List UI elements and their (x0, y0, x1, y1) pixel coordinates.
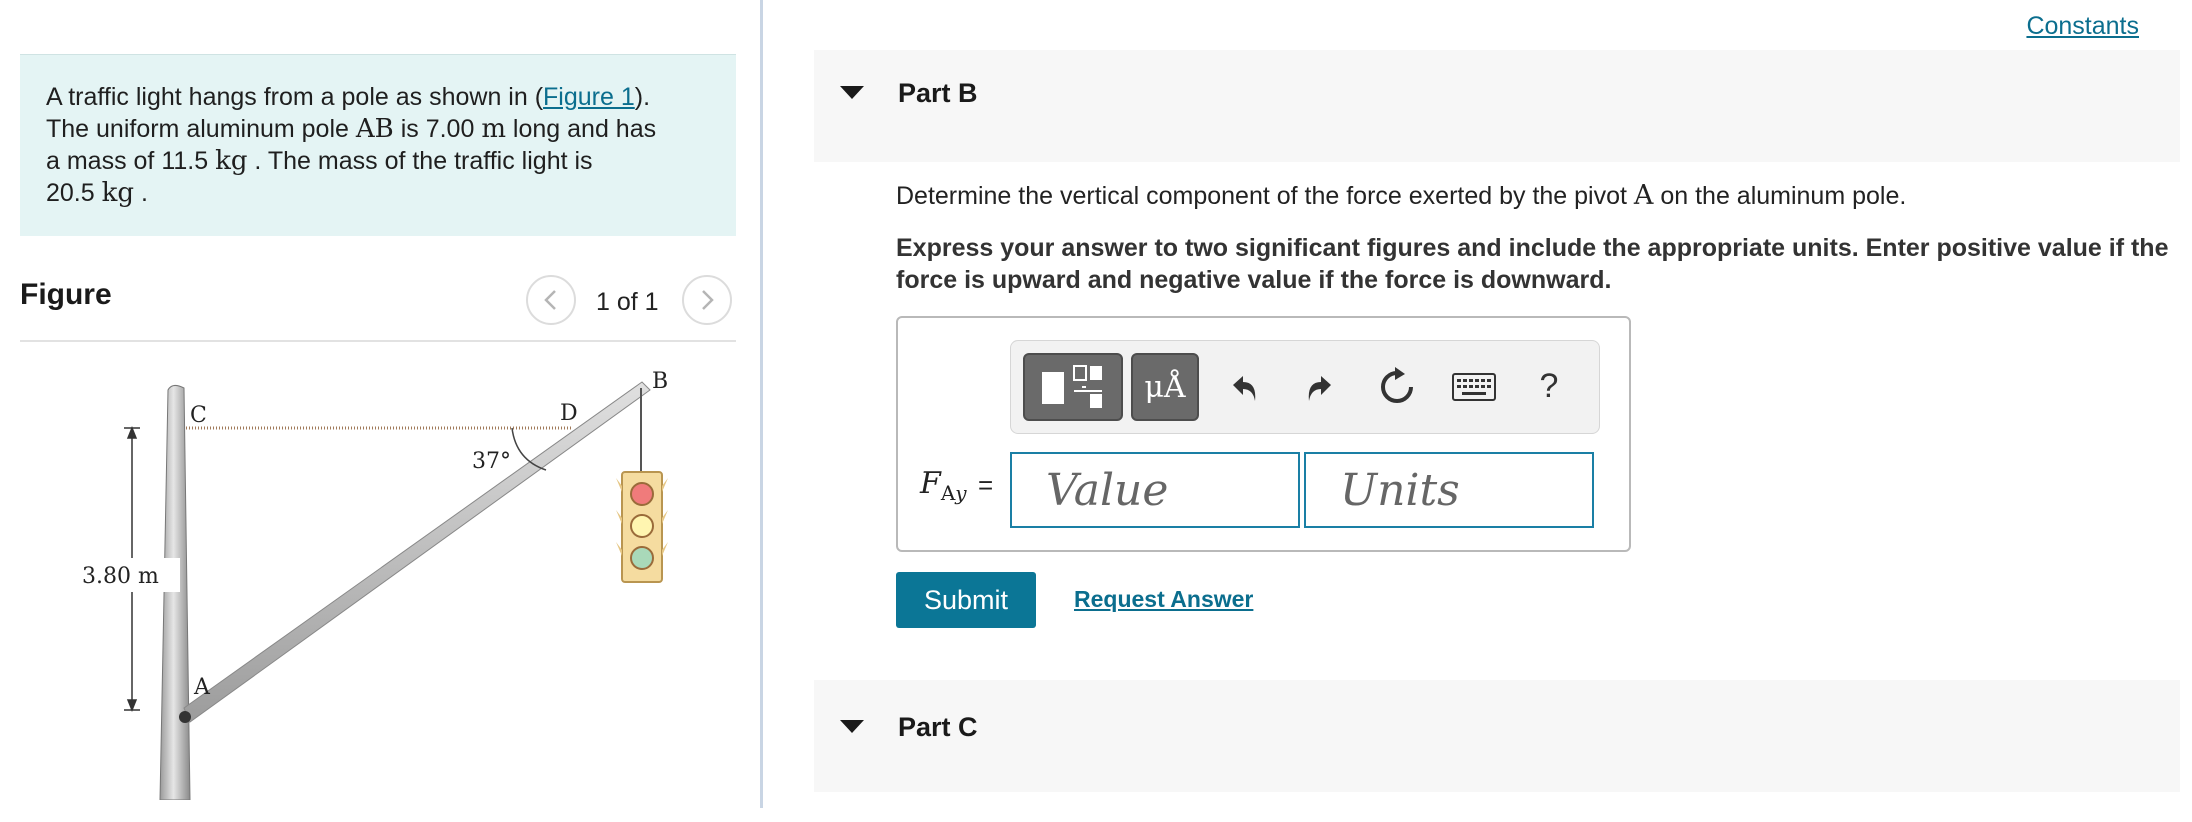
traffic-light (616, 471, 668, 583)
figure-title: Figure (20, 278, 112, 311)
answer-box: μÅ ? FAy = Value Units (896, 316, 1631, 552)
problem-text-2: ). (634, 83, 651, 111)
constants-link[interactable]: Constants (2026, 12, 2139, 41)
question-prefix: Determine the vertical component of the … (896, 182, 1634, 210)
panel-divider[interactable] (760, 0, 763, 808)
templates-icon (1042, 365, 1102, 408)
templates-button[interactable] (1023, 353, 1123, 421)
equals-sign: = (978, 470, 994, 500)
part-b-label: Part B (898, 78, 978, 108)
unit-kg-2: kg (101, 178, 135, 208)
redo-icon (1308, 376, 1331, 401)
part-c-label: Part C (898, 712, 978, 742)
label-b: B (652, 369, 668, 394)
label-c: C (190, 403, 207, 428)
request-answer-link[interactable]: Request Answer (1074, 586, 1253, 613)
unit-m: m (481, 114, 506, 144)
variable-subscript-y: y (955, 481, 967, 505)
height-label: 3.80 m (82, 564, 159, 589)
pivot-a (179, 711, 191, 723)
figure-link[interactable]: Figure 1 (543, 83, 635, 111)
keyboard-button[interactable] (1449, 367, 1499, 407)
variable-subscript-a: A (940, 481, 956, 505)
submit-button[interactable]: Submit (896, 572, 1036, 628)
problem-text-9: . (134, 179, 148, 207)
unit-kg-1: kg (215, 146, 248, 176)
variable-symbol: F (920, 466, 941, 501)
figure-divider (20, 340, 736, 342)
figure-next-button[interactable] (682, 275, 732, 325)
figure-counter: 1 of 1 (596, 288, 659, 316)
keyboard-icon (1452, 373, 1496, 401)
math-toolbar: μÅ ? (1010, 340, 1600, 434)
variable-label: FAy (920, 466, 967, 505)
problem-text-7: . The mass of the traffic light is (247, 147, 593, 175)
angle-label: 37° (472, 449, 511, 474)
problem-text-6: a mass of 11.5 (46, 147, 216, 175)
value-input[interactable] (1010, 452, 1300, 528)
answer-instructions: Express your answer to two significant f… (896, 234, 2169, 294)
help-button[interactable]: ? (1527, 361, 1571, 411)
chevron-right-icon (702, 290, 714, 310)
pole-arm-ab (183, 381, 651, 723)
figure-prev-button[interactable] (526, 275, 576, 325)
problem-statement: A traffic light hangs from a pole as sho… (20, 54, 736, 236)
part-b-header[interactable]: Part B (814, 50, 2180, 162)
undo-button[interactable] (1221, 365, 1267, 411)
help-icon: ? (1539, 366, 1559, 405)
problem-text-5: long and has (505, 115, 657, 143)
undo-icon (1233, 376, 1256, 401)
reset-button[interactable] (1373, 363, 1421, 411)
units-input[interactable] (1304, 452, 1594, 528)
question-suffix: on the aluminum pole. (1653, 182, 1907, 210)
problem-text-3: The uniform aluminum pole (46, 115, 356, 143)
caret-down-icon (840, 86, 864, 99)
units-button[interactable]: μÅ (1131, 353, 1199, 421)
reset-icon (1381, 367, 1413, 403)
problem-text-1: A traffic light hangs from a pole as sho… (46, 83, 544, 111)
traffic-light-figure: 3.80 m C B D 37° A (82, 369, 668, 800)
chevron-left-icon (544, 290, 556, 310)
pole-label: AB (355, 114, 394, 144)
problem-text-4: is 7.00 (393, 115, 482, 143)
question-symbol: A (1633, 180, 1654, 211)
part-c-header[interactable]: Part C (814, 680, 2180, 792)
units-icon: μÅ (1144, 369, 1186, 405)
left-panel: A traffic light hangs from a pole as sho… (0, 0, 760, 822)
label-a: A (193, 675, 211, 700)
caret-down-icon (840, 720, 864, 733)
problem-text-8: 20.5 (46, 179, 102, 207)
vertical-pole (159, 384, 191, 800)
question-text: Determine the vertical component of the … (896, 180, 1906, 211)
redo-button[interactable] (1297, 365, 1343, 411)
label-d: D (560, 401, 578, 426)
